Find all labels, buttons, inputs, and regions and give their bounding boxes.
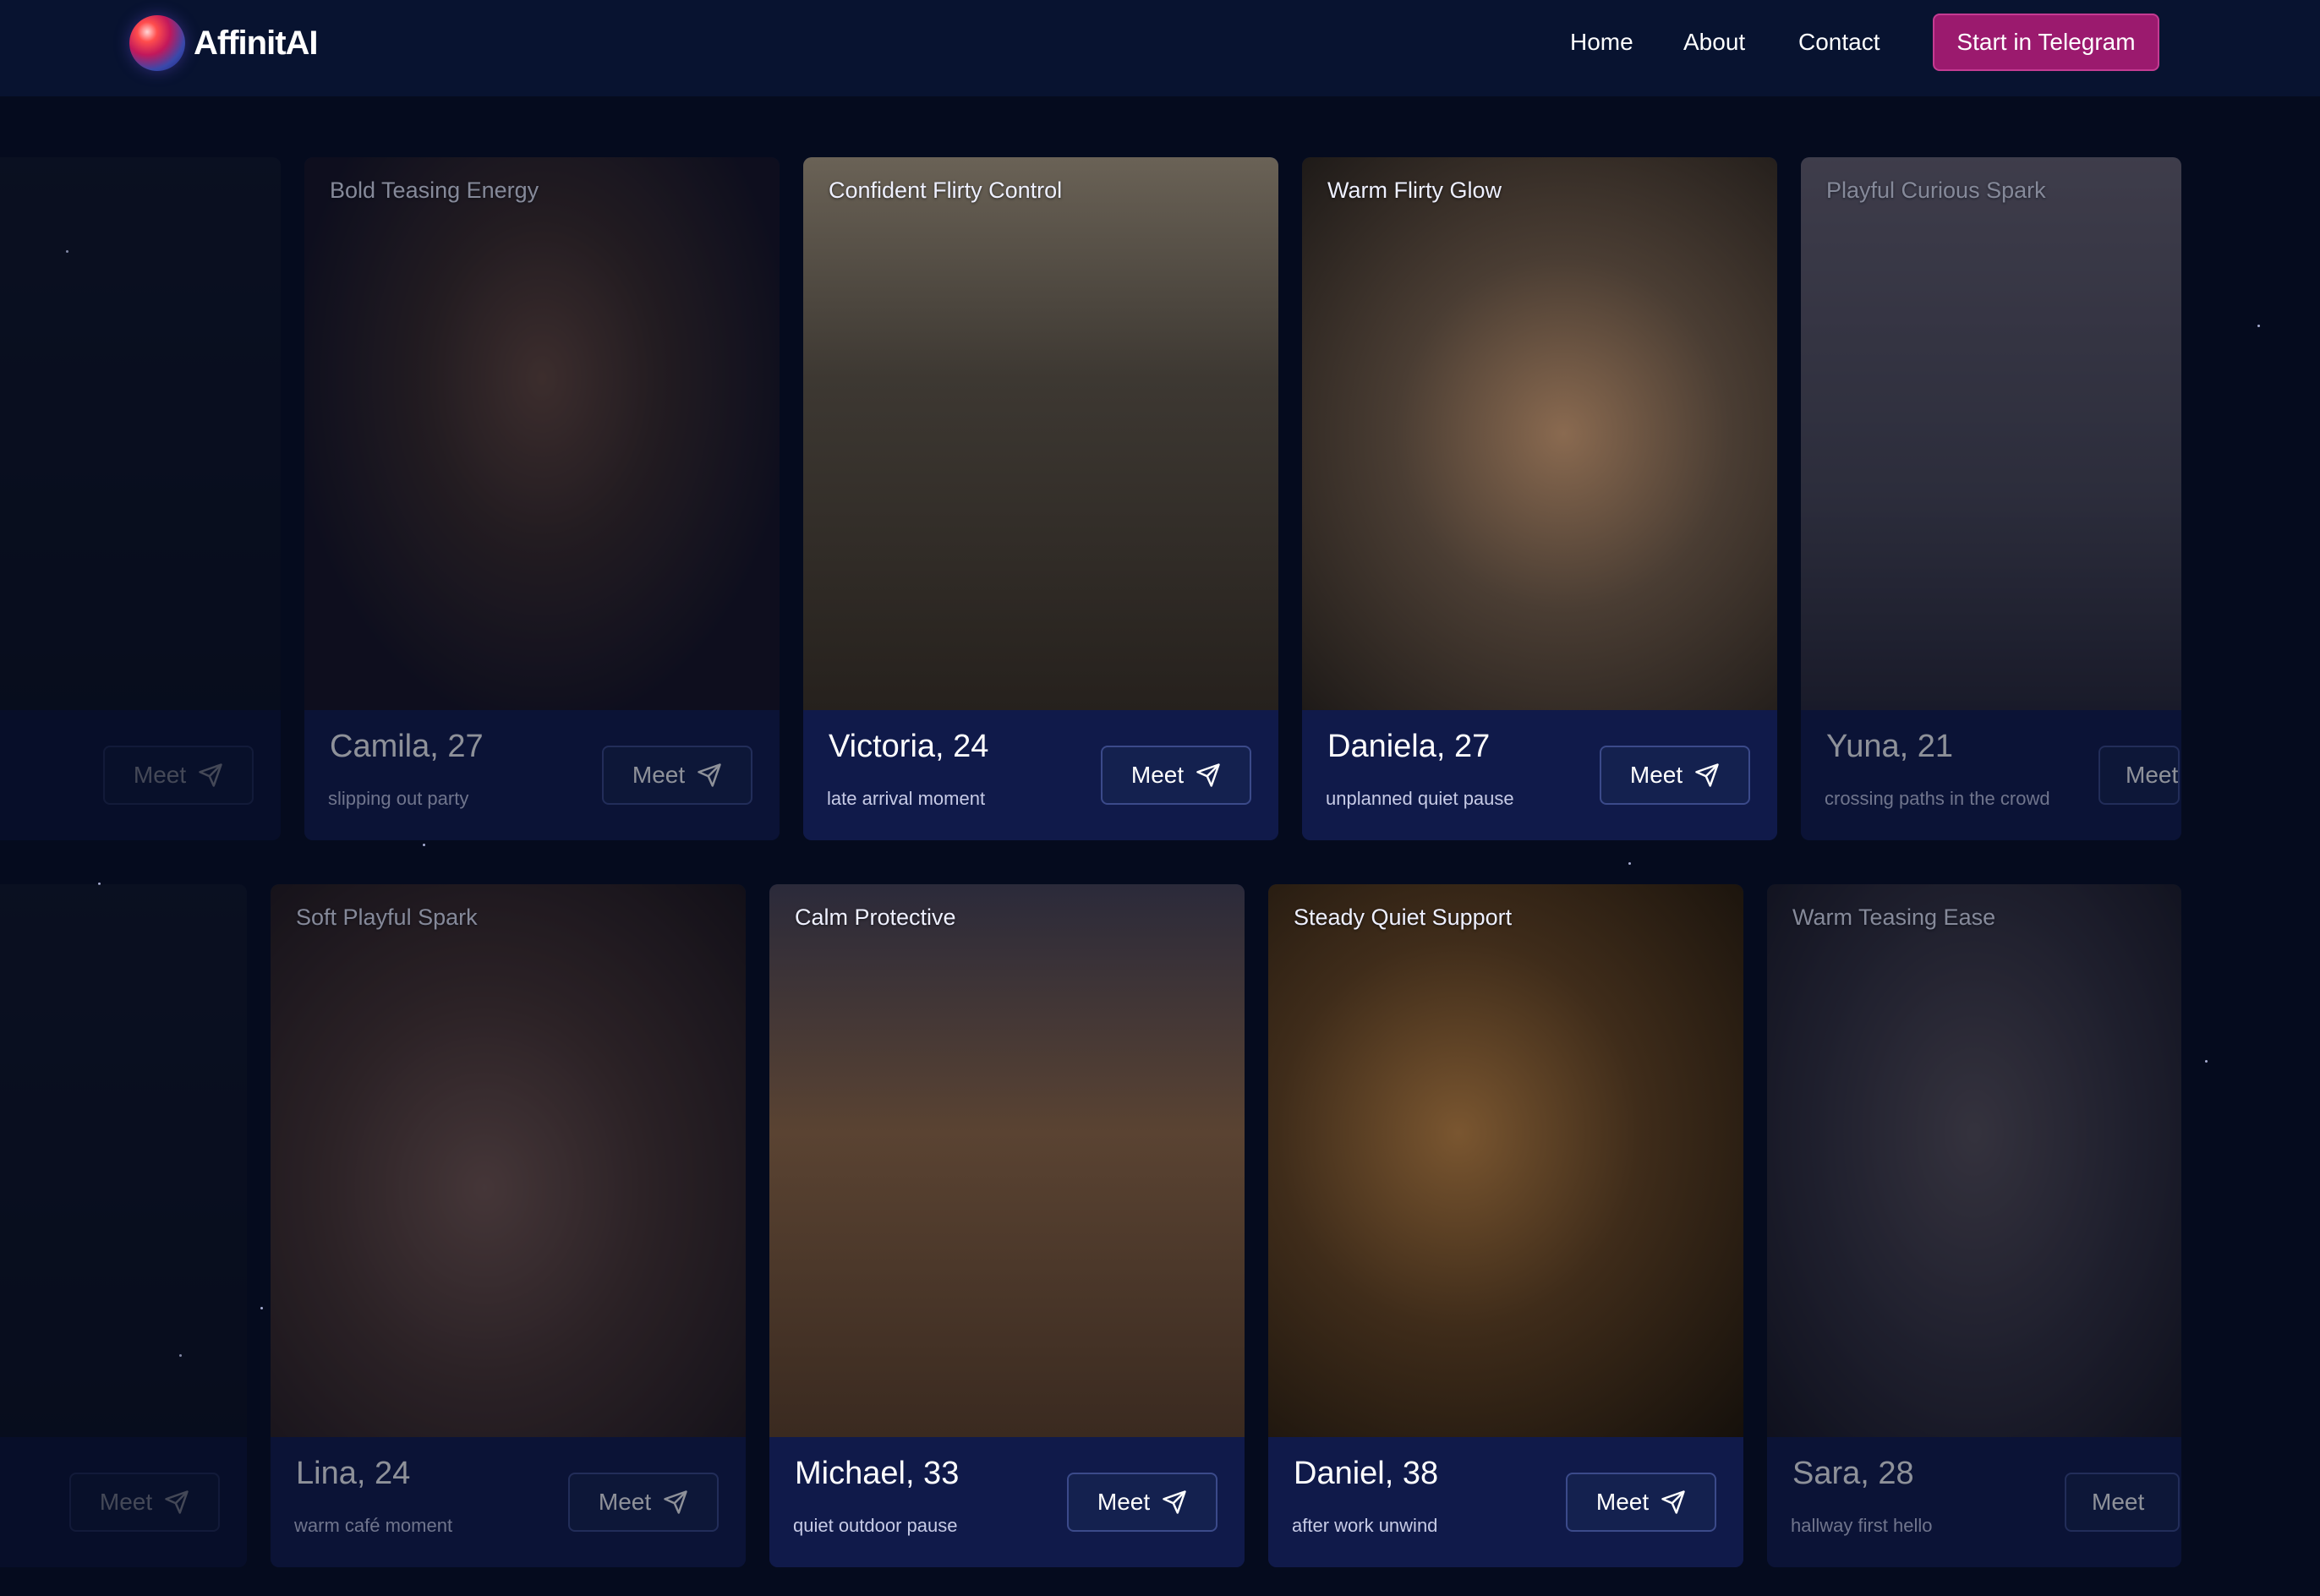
profile-card-sara[interactable]: Warm Teasing Ease Sara, 28 hallway first… [1767,884,2181,1567]
profile-card-daniela[interactable]: Warm Flirty Glow Daniela, 27 unplanned q… [1302,157,1777,840]
card-footer: Daniela, 27 unplanned quiet pause Meet [1302,710,1777,840]
meet-button[interactable]: Meet [69,1473,220,1532]
profile-card-lina[interactable]: Soft Playful Spark Lina, 24 warm café mo… [271,884,746,1567]
meet-button[interactable]: Meet [568,1473,719,1532]
card-footer: Camila, 27 slipping out party Meet [304,710,780,840]
card-footer: Meet [0,710,281,840]
profile-moment: warm café moment [294,1515,453,1536]
profile-name: Daniela, 27 [1327,729,1491,764]
meet-button[interactable]: Meet [602,746,752,805]
card-footer: Lina, 24 warm café moment Meet [271,1437,746,1567]
meet-button[interactable]: Meet [1566,1473,1716,1532]
meet-label: Meet [632,762,686,788]
send-icon [199,763,222,787]
profile-card-daniel[interactable]: Steady Quiet Support Daniel, 38 after wo… [1268,884,1743,1567]
nav-contact-link[interactable]: Contact [1798,29,1880,56]
send-icon [1163,1490,1186,1514]
profile-photo [1268,884,1743,1437]
vibe-label: Steady Quiet Support [1294,905,1513,930]
meet-label: Meet [1130,762,1185,788]
profile-photo [271,884,746,1437]
send-icon [664,1490,687,1514]
card-footer: Yuna, 21 crossing paths in the crowd Mee… [1801,710,2181,840]
profile-photo [1801,157,2181,710]
meet-button[interactable]: Meet [1600,746,1750,805]
meet-label: Meet [1595,1489,1650,1515]
profile-name: Yuna, 21 [1826,729,1954,764]
send-icon [1196,763,1220,787]
profile-card-victoria[interactable]: Confident Flirty Control Victoria, 24 la… [803,157,1278,840]
vibe-label: Calm Protective [795,905,956,930]
profile-photo [1302,157,1777,710]
brand-logo[interactable]: AffinitAI [129,14,319,73]
vibe-label: Playful Curious Spark [1826,178,2046,203]
vibe-label: Bold Teasing Energy [330,178,539,203]
profile-moment: quiet outdoor pause [793,1515,958,1536]
profile-photo [304,157,780,710]
send-icon [165,1490,189,1514]
profile-photo [1767,884,2181,1437]
profile-name: Michael, 33 [795,1456,960,1491]
brand-name: AffinitAI [194,24,319,62]
meet-label: Meet [1097,1489,1151,1515]
meet-label: Meet [1629,762,1683,788]
profile-photo [0,157,281,710]
card-footer: Victoria, 24 late arrival moment Meet [803,710,1278,840]
vibe-label: Soft Playful Spark [296,905,478,930]
profile-name: Victoria, 24 [829,729,989,764]
meet-button[interactable]: Meet [103,746,254,805]
profile-moment: slipping out party [328,788,469,809]
profile-card-michael[interactable]: Calm Protective Michael, 33 quiet outdoo… [769,884,1245,1567]
vibe-label: Confident Flirty Control [829,178,1063,203]
meet-button[interactable]: Meet [1067,1473,1217,1532]
meet-label: Meet [133,762,187,788]
profile-name: Camila, 27 [330,729,484,764]
profile-moment: crossing paths in the crowd [1825,788,2050,809]
nav-home-link[interactable]: Home [1570,29,1633,56]
profile-moment: unplanned quiet pause [1326,788,1514,809]
meet-label: Meet [2092,1489,2145,1515]
card-footer: Meet [0,1437,247,1567]
profile-name: Lina, 24 [296,1456,411,1491]
vibe-label: Warm Teasing Ease [1792,905,1996,930]
profile-card[interactable]: Meet [0,884,247,1567]
profile-photo [803,157,1278,710]
profile-photo [0,884,247,1437]
profile-photo [769,884,1245,1437]
profile-card[interactable]: Meet [0,157,281,840]
meet-button[interactable]: Meet [2098,746,2180,805]
profile-moment: after work unwind [1292,1515,1438,1536]
profile-name: Sara, 28 [1792,1456,1914,1491]
meet-label: Meet [2126,762,2179,788]
card-footer: Sara, 28 hallway first hello Meet [1767,1437,2181,1567]
send-icon [698,763,721,787]
profile-moment: late arrival moment [827,788,986,809]
meet-button[interactable]: Meet [2065,1473,2180,1532]
profile-moment: hallway first hello [1791,1515,1933,1536]
vibe-label: Warm Flirty Glow [1327,178,1502,203]
send-icon [1695,763,1719,787]
top-nav-bar: AffinitAI Home About Contact Start in Te… [0,0,2320,96]
start-in-telegram-button[interactable]: Start in Telegram [1933,14,2159,71]
card-footer: Daniel, 38 after work unwind Meet [1268,1437,1743,1567]
profile-card-camila[interactable]: Bold Teasing Energy Camila, 27 slipping … [304,157,780,840]
profile-name: Daniel, 38 [1294,1456,1439,1491]
meet-label: Meet [99,1489,153,1515]
meet-button[interactable]: Meet [1101,746,1251,805]
card-footer: Michael, 33 quiet outdoor pause Meet [769,1437,1245,1567]
meet-label: Meet [598,1489,652,1515]
send-icon [1661,1490,1685,1514]
profile-card-yuna[interactable]: Playful Curious Spark Yuna, 21 crossing … [1801,157,2181,840]
logo-orb-icon [129,15,185,71]
nav-about-link[interactable]: About [1683,29,1745,56]
